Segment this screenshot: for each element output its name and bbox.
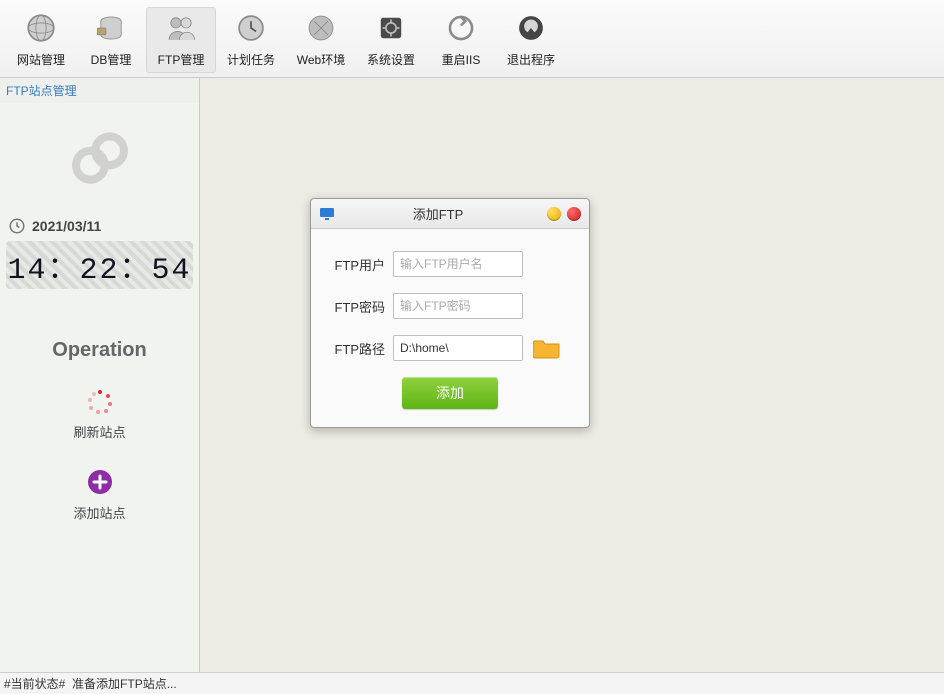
toolbar-label: 退出程序 — [507, 51, 555, 68]
globe-icon — [24, 11, 58, 45]
toolbar-website-mgmt[interactable]: 网站管理 — [6, 7, 76, 73]
ftp-path-input[interactable] — [393, 335, 523, 361]
toolbar-label: 计划任务 — [227, 51, 275, 68]
ftp-user-input[interactable] — [393, 251, 523, 277]
date-text: 2021/03/11 — [32, 218, 101, 234]
toolbar-web-env[interactable]: Web环境 — [286, 7, 356, 73]
status-text: 准备添加FTP站点... — [72, 675, 177, 692]
refresh-icon — [444, 11, 478, 45]
toolbar-system-settings[interactable]: 系统设置 — [356, 7, 426, 73]
clock-display: 14：22：54 — [6, 241, 193, 289]
dialog-minimize-button[interactable] — [547, 207, 561, 221]
add-label: 添加站点 — [73, 503, 125, 522]
operation-heading: Operation — [0, 339, 199, 362]
toolbar-label: DB管理 — [91, 51, 132, 68]
ftp-pass-label: FTP密码 — [329, 297, 393, 316]
toolbar-label: FTP管理 — [158, 51, 205, 68]
dialog-close-button[interactable] — [567, 207, 581, 221]
monitor-icon — [319, 206, 335, 222]
status-bar: #当前状态# 准备添加FTP站点... — [0, 672, 944, 694]
clock-icon — [8, 217, 26, 235]
dialog-title-text: 添加FTP — [335, 204, 541, 223]
sidebar-title: FTP站点管理 — [0, 78, 199, 103]
gearbox-icon — [374, 11, 408, 45]
toolbar-exit[interactable]: 退出程序 — [496, 7, 566, 73]
toolbar-label: 系统设置 — [367, 51, 415, 68]
toolbar-label: Web环境 — [297, 51, 345, 68]
status-prefix: #当前状态# — [4, 675, 65, 692]
users-icon — [164, 11, 198, 45]
add-site-button[interactable]: 添加站点 — [0, 469, 199, 522]
ftp-user-label: FTP用户 — [329, 255, 393, 274]
ftp-pass-input[interactable] — [393, 293, 523, 319]
toolbar-scheduled-tasks[interactable]: 计划任务 — [216, 7, 286, 73]
toolbar-label: 网站管理 — [17, 51, 65, 68]
loading-dots-icon — [88, 390, 112, 414]
ftp-path-label: FTP路径 — [329, 339, 393, 358]
toolbar-db-mgmt[interactable]: DB管理 — [76, 7, 146, 73]
browse-folder-button[interactable] — [533, 337, 561, 359]
link-graphic — [0, 103, 199, 213]
plus-circle-icon — [87, 469, 113, 495]
clockgear-icon — [234, 11, 268, 45]
refresh-sites-button[interactable]: 刷新站点 — [0, 390, 199, 441]
exit-icon — [514, 11, 548, 45]
toolbar-ftp-mgmt[interactable]: FTP管理 — [146, 7, 216, 73]
add-submit-button[interactable]: 添加 — [402, 377, 498, 409]
refresh-label: 刷新站点 — [73, 422, 125, 441]
chain-icon — [60, 128, 140, 188]
toolbar-label: 重启IIS — [442, 51, 481, 68]
toolbar-restart-iis[interactable]: 重启IIS — [426, 7, 496, 73]
dialog-titlebar[interactable]: 添加FTP — [311, 199, 589, 229]
db-icon — [94, 11, 128, 45]
sidebar: FTP站点管理 2021/03/11 14：22：54 Operation 刷新… — [0, 78, 200, 672]
content-area: 添加FTP FTP用户 FTP密码 FTP路径 — [200, 78, 944, 672]
main-toolbar: 网站管理 DB管理 FTP管理 计划任务 Web环境 系统设置 重启IIS 退出… — [0, 0, 944, 78]
add-ftp-dialog: 添加FTP FTP用户 FTP密码 FTP路径 — [310, 198, 590, 428]
date-row: 2021/03/11 — [0, 213, 199, 239]
sparkglobe-icon — [304, 11, 338, 45]
